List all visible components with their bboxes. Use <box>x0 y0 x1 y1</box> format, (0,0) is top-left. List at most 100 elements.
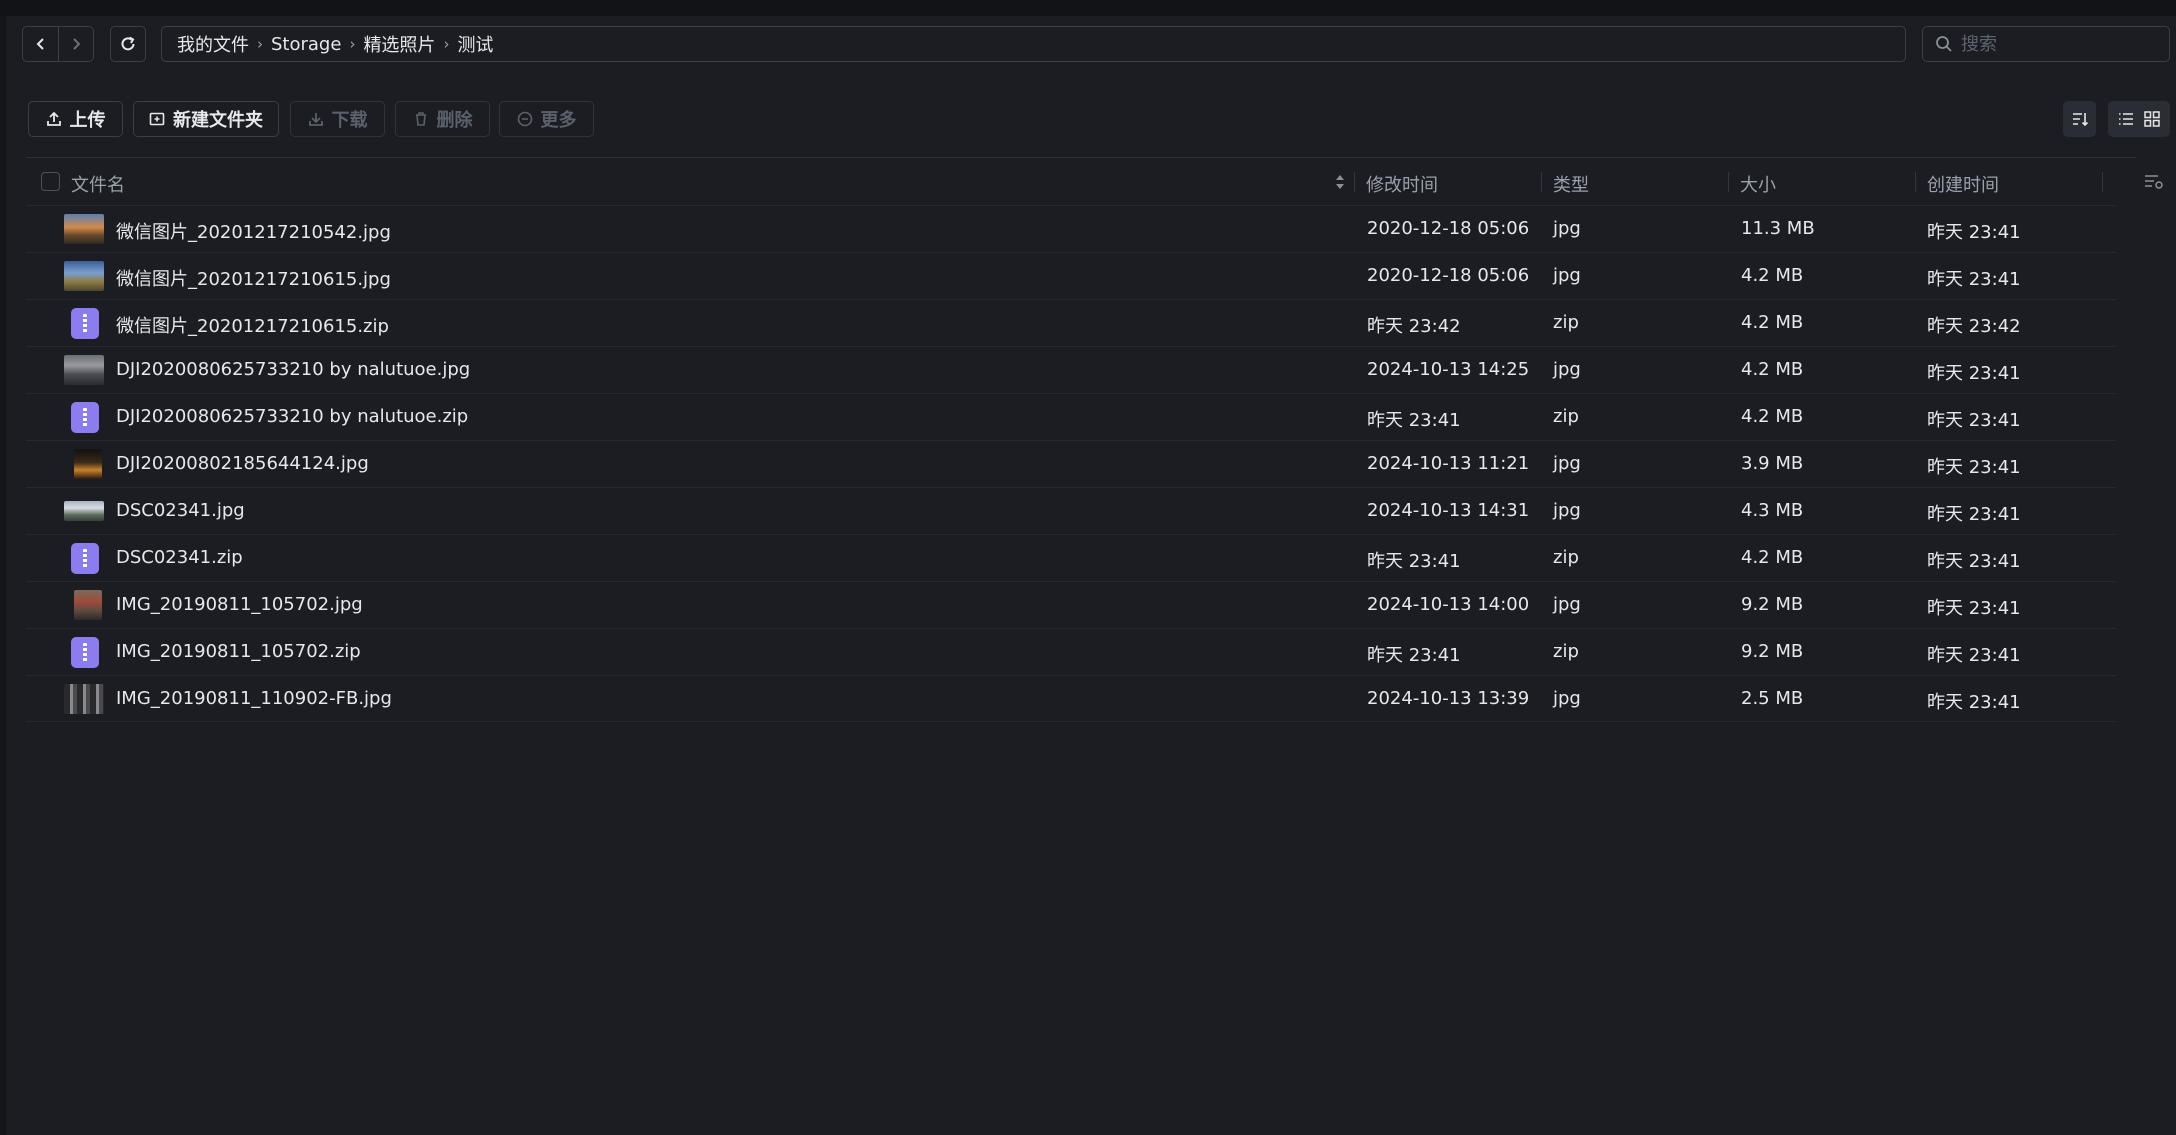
zip-icon <box>71 637 99 668</box>
breadcrumb-item-featured-photos[interactable]: 精选照片 <box>363 31 435 57</box>
image-thumbnail <box>74 449 102 479</box>
download-icon <box>308 111 324 127</box>
file-type: jpg <box>1553 500 1581 521</box>
search-icon <box>1936 36 1952 52</box>
table-row[interactable]: DJI2020080625733210 by nalutuoe.jpg 2024… <box>26 346 2116 393</box>
file-name: IMG_20190811_110902-FB.jpg <box>116 688 392 709</box>
refresh-icon <box>121 36 135 51</box>
grid-view-icon[interactable] <box>2143 110 2161 128</box>
breadcrumb[interactable]: 我的文件 › Storage › 精选照片 › 测试 <box>161 26 1906 62</box>
back-button[interactable] <box>23 27 58 61</box>
file-created: 昨天 23:41 <box>1927 551 2021 572</box>
chevron-right-icon <box>73 38 81 50</box>
trash-icon <box>413 111 429 127</box>
file-modified: 昨天 23:41 <box>1367 645 1461 666</box>
file-modified: 2024-10-13 14:00 <box>1367 594 1530 615</box>
table-row[interactable]: 微信图片_20201217210542.jpg 2020-12-18 05:06… <box>26 205 2116 252</box>
column-header-size[interactable]: 大小 <box>1740 171 1776 197</box>
file-name: DSC02341.zip <box>116 547 243 568</box>
file-type: zip <box>1553 312 1579 333</box>
file-modified: 昨天 23:42 <box>1367 316 1461 337</box>
search-box[interactable] <box>1922 26 2170 62</box>
file-type: jpg <box>1553 218 1581 239</box>
new-folder-label: 新建文件夹 <box>173 110 263 131</box>
table-row[interactable]: IMG_20190811_110902-FB.jpg 2024-10-13 13… <box>26 675 2116 722</box>
breadcrumb-item-my-files[interactable]: 我的文件 <box>177 31 249 57</box>
file-name: 微信图片_20201217210542.jpg <box>116 222 391 243</box>
list-view-icon[interactable] <box>2117 110 2135 128</box>
file-created: 昨天 23:41 <box>1927 645 2021 666</box>
file-size: 4.2 MB <box>1741 406 1804 427</box>
forward-button[interactable] <box>58 27 93 61</box>
more-button[interactable]: 更多 <box>499 101 594 137</box>
file-size: 3.9 MB <box>1741 453 1804 474</box>
more-label: 更多 <box>540 110 577 131</box>
file-size: 4.2 MB <box>1741 547 1804 568</box>
image-thumbnail <box>64 261 104 291</box>
table-row[interactable]: DSC02341.zip 昨天 23:41 zip 4.2 MB 昨天 23:4… <box>26 534 2116 581</box>
table-row[interactable]: DSC02341.jpg 2024-10-13 14:31 jpg 4.3 MB… <box>26 487 2116 534</box>
file-size: 9.2 MB <box>1741 594 1804 615</box>
window-top-strip <box>0 0 2176 16</box>
new-folder-button[interactable]: 新建文件夹 <box>133 101 279 137</box>
zip-icon <box>71 308 99 339</box>
select-all-checkbox[interactable] <box>41 172 60 191</box>
chevron-left-icon <box>36 38 44 50</box>
zip-icon <box>71 402 99 433</box>
column-header-name[interactable]: 文件名 <box>71 171 125 197</box>
column-header-modified[interactable]: 修改时间 <box>1366 171 1438 197</box>
file-name: DJI20200802185644124.jpg <box>116 453 369 474</box>
file-size: 11.3 MB <box>1741 218 1815 239</box>
table-row[interactable]: DJI20200802185644124.jpg 2024-10-13 11:2… <box>26 440 2116 487</box>
column-settings-icon[interactable] <box>2144 173 2164 191</box>
refresh-button[interactable] <box>110 26 146 62</box>
column-separator <box>1728 172 1729 192</box>
delete-button[interactable]: 删除 <box>395 101 490 137</box>
breadcrumb-item-storage[interactable]: Storage <box>271 34 341 55</box>
breadcrumb-separator-icon: › <box>443 35 450 53</box>
sort-button[interactable] <box>2063 101 2096 137</box>
file-type: zip <box>1553 547 1579 568</box>
file-created: 昨天 23:41 <box>1927 410 2021 431</box>
file-created: 昨天 23:41 <box>1927 504 2021 525</box>
table-header: 文件名 修改时间 类型 大小 创建时间 <box>26 160 2166 204</box>
table-row[interactable]: 微信图片_20201217210615.jpg 2020-12-18 05:06… <box>26 252 2116 299</box>
file-type: zip <box>1553 406 1579 427</box>
search-input[interactable] <box>1961 33 2151 55</box>
table-row[interactable]: 微信图片_20201217210615.zip 昨天 23:42 zip 4.2… <box>26 299 2116 346</box>
image-thumbnail <box>74 590 102 620</box>
toolbar-divider <box>26 157 2136 158</box>
table-row[interactable]: IMG_20190811_105702.jpg 2024-10-13 14:00… <box>26 581 2116 628</box>
history-nav-group <box>22 26 94 62</box>
sort-toggle-icon[interactable] <box>1334 172 1346 192</box>
file-name: IMG_20190811_105702.zip <box>116 641 361 662</box>
file-name: DJI2020080625733210 by nalutuoe.zip <box>116 406 469 427</box>
table-row[interactable]: DJI2020080625733210 by nalutuoe.zip 昨天 2… <box>26 393 2116 440</box>
file-name: DSC02341.jpg <box>116 500 245 521</box>
file-modified: 2024-10-13 13:39 <box>1367 688 1530 709</box>
file-size: 4.2 MB <box>1741 265 1804 286</box>
file-name: IMG_20190811_105702.jpg <box>116 594 363 615</box>
breadcrumb-item-current[interactable]: 测试 <box>457 31 493 57</box>
file-size: 9.2 MB <box>1741 641 1804 662</box>
file-size: 4.2 MB <box>1741 312 1804 333</box>
download-button[interactable]: 下载 <box>290 101 385 137</box>
file-created: 昨天 23:41 <box>1927 269 2021 290</box>
delete-label: 删除 <box>436 110 473 131</box>
upload-button[interactable]: 上传 <box>28 101 123 137</box>
file-created: 昨天 23:41 <box>1927 598 2021 619</box>
breadcrumb-separator-icon: › <box>257 35 263 53</box>
file-type: zip <box>1553 641 1579 662</box>
column-separator <box>2102 172 2103 192</box>
file-name: DJI2020080625733210 by nalutuoe.jpg <box>116 359 471 380</box>
table-row[interactable]: IMG_20190811_105702.zip 昨天 23:41 zip 9.2… <box>26 628 2116 675</box>
image-thumbnail <box>64 501 104 521</box>
file-modified: 昨天 23:41 <box>1367 551 1461 572</box>
sort-icon <box>2072 113 2088 127</box>
view-mode-toggle[interactable] <box>2108 101 2170 137</box>
column-header-type[interactable]: 类型 <box>1553 171 1589 197</box>
new-folder-icon <box>149 111 165 127</box>
column-header-created[interactable]: 创建时间 <box>1927 171 1999 197</box>
upload-icon <box>46 111 62 127</box>
column-separator <box>1354 172 1355 192</box>
